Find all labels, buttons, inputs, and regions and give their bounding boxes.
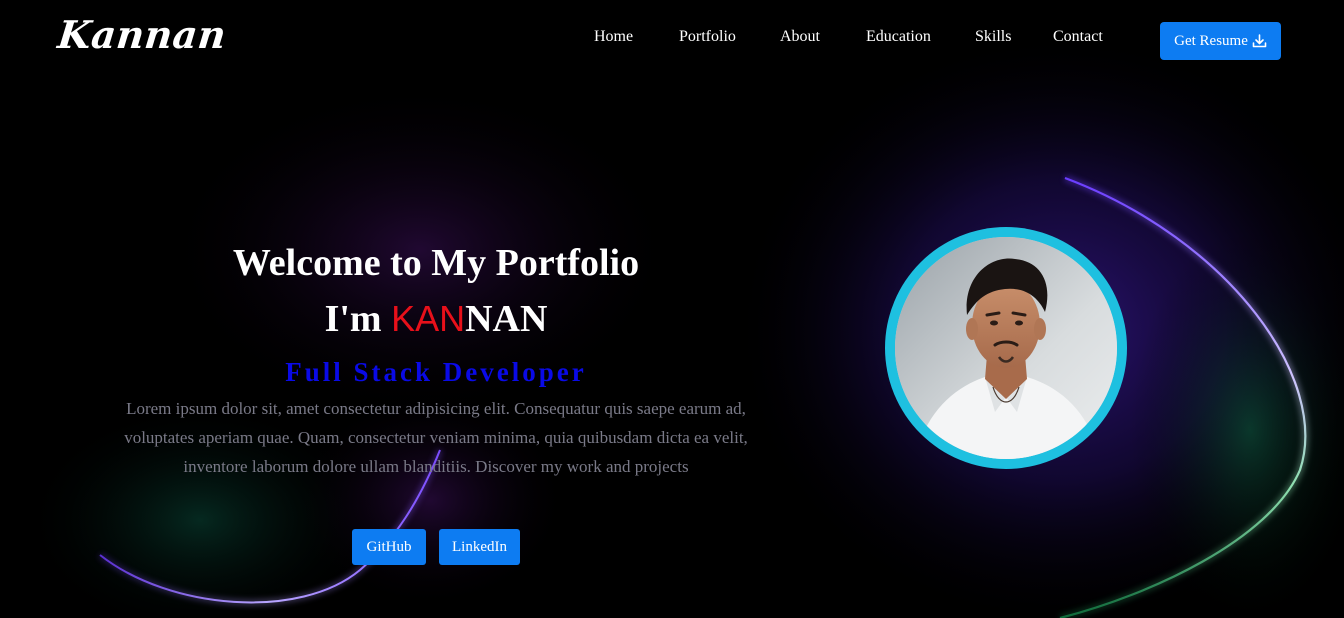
nav-item-education[interactable]: Education — [866, 28, 931, 46]
page: Kannan Home Portfolio About Education Sk… — [0, 0, 1344, 618]
hero-title: Welcome to My Portfolio — [232, 242, 640, 284]
nav-item-contact[interactable]: Contact — [1053, 28, 1103, 46]
github-button[interactable]: GitHub — [352, 529, 426, 565]
hero-name-highlight: KAN — [391, 298, 466, 339]
nav-item-portfolio[interactable]: Portfolio — [679, 28, 736, 46]
hero-role: Full Stack Developer — [285, 357, 587, 387]
nav-item-about[interactable]: About — [780, 28, 820, 46]
hero-name: I'm KANNAN — [186, 296, 686, 342]
hero-description: Lorem ipsum dolor sit, amet consectetur … — [124, 399, 748, 476]
hero-name-rest: NAN — [465, 298, 548, 340]
navbar: Kannan Home Portfolio About Education Sk… — [0, 0, 1344, 80]
get-resume-label: Get Resume — [1174, 32, 1248, 49]
hero-name-prefix: I'm — [324, 298, 392, 340]
nav-item-home[interactable]: Home — [594, 28, 633, 46]
nav-menu: Home Portfolio About Education Skills Co… — [0, 28, 1344, 50]
linkedin-button[interactable]: LinkedIn — [439, 529, 520, 565]
get-resume-button[interactable]: Get Resume — [1160, 22, 1281, 60]
nav-item-skills[interactable]: Skills — [975, 28, 1011, 46]
avatar — [885, 227, 1127, 469]
profile-photo — [895, 237, 1117, 459]
download-icon — [1252, 34, 1267, 48]
